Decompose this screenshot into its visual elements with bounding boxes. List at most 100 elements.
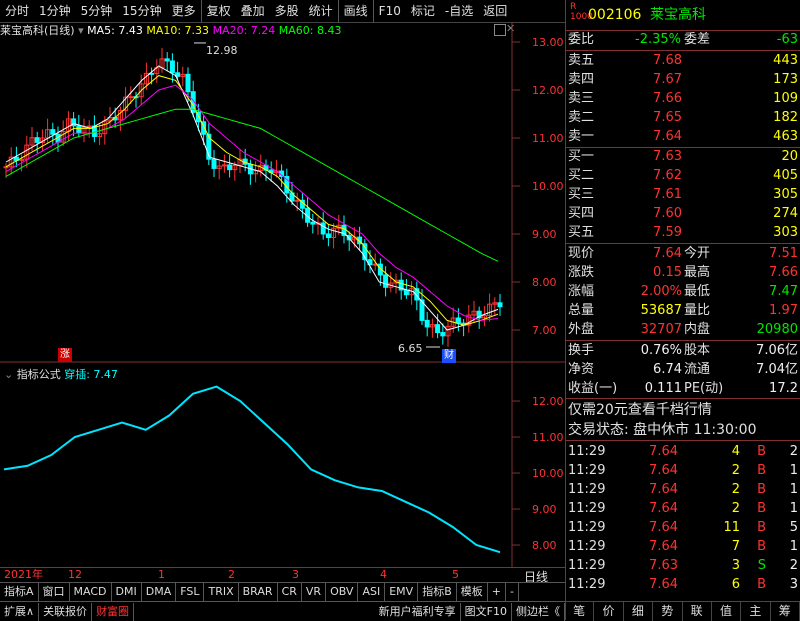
right-tab[interactable]: 联 [683, 602, 712, 621]
toolbar-item[interactable]: 分时 [0, 0, 34, 22]
weibi-label: 委比 [568, 32, 595, 47]
indicator-tab[interactable]: EMV [385, 583, 419, 601]
new-user-button[interactable]: 新用户福利专享 [375, 602, 461, 621]
candle-body [169, 60, 175, 74]
stat2-label: 净资 [568, 362, 595, 377]
indicator-tick-label: 10.00 [532, 467, 564, 480]
toolbar-item[interactable]: 画线 [337, 0, 373, 22]
indicator-tab[interactable]: OBV [326, 583, 359, 601]
stat-label: 涨跌 [568, 265, 595, 280]
indicator-tab[interactable]: 模板 [457, 583, 488, 601]
toolbar-item[interactable]: 多股 [270, 0, 304, 22]
promo-text: 仅需20元查看千档行情 [568, 402, 712, 418]
toolbar-item[interactable]: 返回 [478, 0, 512, 22]
tick-time: 11:29 [568, 482, 606, 497]
right-tab[interactable]: 筹 [771, 602, 800, 621]
indicator-tab[interactable]: - [506, 583, 519, 601]
tick-volume: 2 [731, 501, 740, 516]
indicator-tab[interactable]: FSL [176, 583, 205, 601]
tick-direction: S [757, 558, 766, 573]
chevron-down-icon[interactable]: ⌄ [4, 368, 13, 381]
asks-row: 卖四 7.67 173 [566, 71, 800, 89]
candle-body [294, 199, 300, 202]
indicator-tab[interactable]: BRAR [239, 583, 278, 601]
stat2-label: 换手 [568, 343, 595, 358]
toolbar-item[interactable]: 标记 [406, 0, 440, 22]
indicator-tab[interactable]: MACD [70, 583, 112, 601]
toolbar-item[interactable]: 5分钟 [76, 0, 118, 22]
right-tab[interactable]: 势 [653, 602, 683, 621]
kline-chart[interactable]: 13.00 12.00 11.00 10.00 9.00 8.00 7.00 12.00 11… [0, 22, 565, 567]
tick-count: 1 [789, 501, 798, 516]
right-tab[interactable]: 价 [594, 602, 624, 621]
indicator-tab[interactable]: CR [278, 583, 302, 601]
stat2-value: 6.74 [653, 362, 682, 377]
right-tab[interactable]: 值 [712, 602, 742, 621]
stock-code: 002106 [588, 7, 642, 23]
toolbar-item[interactable]: F10 [372, 0, 406, 22]
indicator-tab[interactable]: 窗口 [39, 583, 70, 601]
indicator-title[interactable]: 指标公式 [17, 368, 61, 381]
stat-value: 1.97 [769, 303, 798, 318]
date-tick-label: 5 [452, 568, 459, 581]
indicator-tab[interactable]: 指标B [418, 583, 457, 601]
date-tick-label: 2 [228, 568, 235, 581]
indicator-tabs: 指标A 窗口 MACD DMI DMA FSL TRIX BRAR CR VR OBV ASI EMV 指… [0, 582, 565, 601]
asks-volume: 109 [773, 91, 798, 106]
f10-button[interactable]: 图文F10 [461, 602, 512, 621]
asks-volume: 443 [773, 53, 798, 68]
right-tab[interactable]: 主 [741, 602, 771, 621]
toolbar-item[interactable]: 15分钟 [117, 0, 166, 22]
toolbar-item[interactable]: 复权 [200, 0, 236, 22]
tick-row: 11:29 7.64 2 B 1 [566, 500, 800, 518]
tick-direction: B [757, 539, 766, 554]
asks-row: 卖二 7.65 182 [566, 109, 800, 127]
zhang-badge[interactable]: 涨 [58, 348, 72, 362]
indicator-tab[interactable]: ASI [358, 583, 386, 601]
toolbar-item[interactable]: 统计 [304, 0, 338, 22]
indicator-tab[interactable]: VR [302, 583, 327, 601]
stat2-label: 股本 [684, 343, 711, 358]
indicator-tab[interactable]: TRIX [204, 583, 239, 601]
indicator-tab[interactable]: DMA [142, 583, 177, 601]
ma-line-1 [5, 75, 499, 326]
stat-label: 涨幅 [568, 284, 595, 299]
candle-body [325, 233, 331, 239]
stat-row: 外盘 32707 内盘 20980 [566, 321, 800, 339]
tick-count: 2 [789, 558, 798, 573]
right-tab[interactable]: 笔 [565, 602, 595, 621]
stat-value: 20980 [756, 322, 798, 337]
cai-badge[interactable]: 财 [442, 349, 456, 363]
wealth-circle-button[interactable]: 财富圈 [92, 602, 135, 621]
stat-row: 现价 7.64 今开 7.51 [566, 245, 800, 263]
price-tick-label: 12.00 [532, 84, 564, 97]
indicator-tab[interactable]: DMI [112, 583, 142, 601]
asks-label: 卖三 [568, 91, 595, 106]
indicator-tab[interactable]: + [488, 583, 506, 601]
promo-row[interactable]: 仅需20元查看千档行情 [566, 401, 800, 419]
bids-price: 7.60 [653, 206, 682, 221]
date-axis: 2021年 12 1 2 3 4 5 [0, 567, 565, 582]
bids-volume: 20 [781, 149, 798, 164]
indicator-tab[interactable]: 指标A [0, 583, 39, 601]
candle-body [455, 317, 461, 324]
stat2-value: 7.04亿 [756, 362, 798, 377]
tick-time: 11:29 [568, 520, 606, 535]
stock-name: 莱宝高科 [650, 7, 706, 23]
toolbar-item[interactable]: 更多 [167, 0, 201, 22]
tick-count: 1 [789, 482, 798, 497]
tick-time: 11:29 [568, 501, 606, 516]
related-quote-button[interactable]: 关联报价 [39, 602, 93, 621]
toolbar-item[interactable]: 1分钟 [34, 0, 76, 22]
toolbar-item[interactable]: -自选 [440, 0, 478, 22]
right-tab[interactable]: 细 [624, 602, 654, 621]
toolbar-item[interactable]: 叠加 [236, 0, 270, 22]
sidebar-button[interactable]: 侧边栏《 [512, 602, 565, 621]
tick-count: 3 [789, 577, 798, 592]
asks-label: 卖五 [568, 53, 595, 68]
expand-button[interactable]: 扩展∧ [0, 602, 40, 621]
tick-price: 7.64 [649, 520, 678, 535]
tick-count: 5 [789, 520, 798, 535]
candle-body [3, 166, 9, 169]
bids-price: 7.61 [653, 187, 682, 202]
